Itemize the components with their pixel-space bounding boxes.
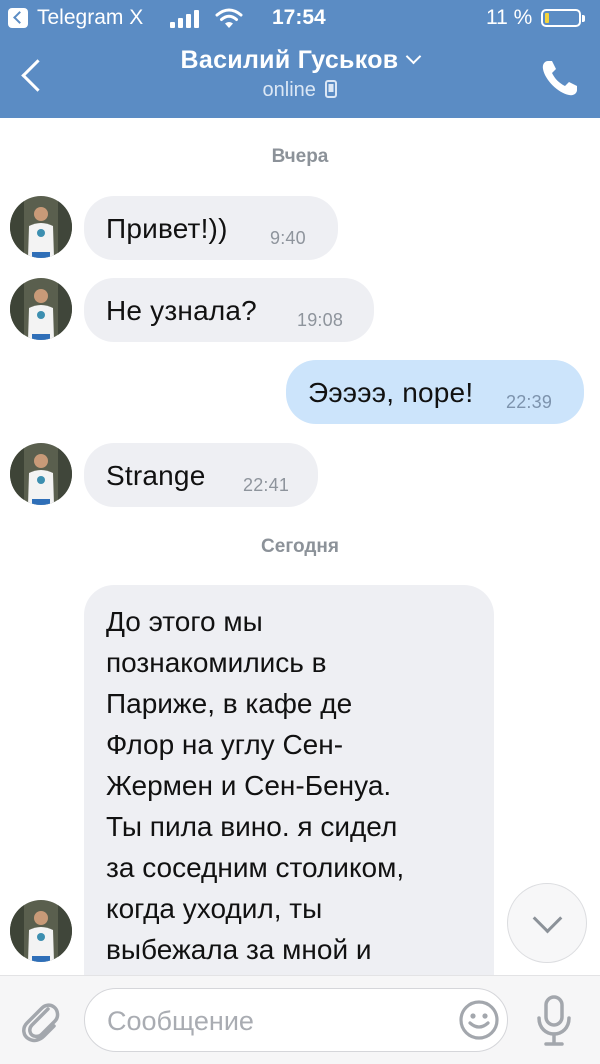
message-bubble[interactable]: Strange 22:41 xyxy=(84,443,318,507)
message-text: Strange xyxy=(106,460,206,491)
message-bubble-long[interactable]: До этого мы познакомились в Париже, в ка… xyxy=(84,585,494,1005)
message-line: за соседним столиком, xyxy=(106,852,405,883)
message-time: 19:08 xyxy=(297,310,344,330)
message-text: До этого мы познакомились в Париже, в ка… xyxy=(106,601,486,970)
message-line: выбежала за мной и xyxy=(106,934,372,965)
message-input-bar xyxy=(0,975,600,1064)
chevron-left-icon xyxy=(21,59,54,92)
date-separator: Сегодня xyxy=(261,536,339,557)
message-field[interactable] xyxy=(84,988,508,1052)
message-time: 22:39 xyxy=(506,392,553,412)
message-line: Париже, в кафе де xyxy=(106,688,353,719)
contact-status: online xyxy=(262,79,316,101)
chat-title-area[interactable]: Василий Гуськов online xyxy=(130,46,470,102)
wifi-icon xyxy=(215,8,243,28)
mobile-device-icon xyxy=(325,80,338,98)
message-line: познакомились в xyxy=(106,647,327,678)
avatar[interactable] xyxy=(10,196,72,258)
chevron-down-icon xyxy=(532,903,563,934)
message-line: Флор на углу Сен- xyxy=(106,729,344,760)
smiley-icon[interactable] xyxy=(457,998,501,1042)
phone-icon[interactable] xyxy=(538,56,582,100)
message-time: 9:40 xyxy=(270,228,306,248)
signal-icon xyxy=(170,10,204,28)
message-input[interactable] xyxy=(105,1001,449,1041)
paperclip-icon[interactable] xyxy=(18,995,62,1045)
status-time: 17:54 xyxy=(272,6,326,29)
message-text: Не узнала? xyxy=(106,295,257,326)
battery-icon xyxy=(541,9,585,27)
chevron-down-icon xyxy=(406,48,422,65)
back-to-app-icon[interactable] xyxy=(8,8,28,28)
scroll-to-bottom-button[interactable] xyxy=(507,883,587,963)
chat-header: Telegram X 17:54 11 % Василий Гуськов on… xyxy=(0,0,600,118)
message-bubble-outgoing[interactable]: Эээээ, nope! 22:39 xyxy=(286,360,584,424)
avatar[interactable] xyxy=(10,900,72,962)
message-line: До этого мы xyxy=(106,606,263,637)
status-bar: Telegram X 17:54 11 % xyxy=(0,0,600,38)
message-text: Привет!)) xyxy=(106,213,228,244)
avatar[interactable] xyxy=(10,443,72,505)
message-bubble[interactable]: Привет!)) 9:40 xyxy=(84,196,338,260)
battery-percent: 11 % xyxy=(486,6,533,29)
contact-name: Василий Гуськов xyxy=(180,46,399,74)
date-separator: Вчера xyxy=(271,146,329,167)
back-button[interactable] xyxy=(12,54,54,100)
avatar[interactable] xyxy=(10,278,72,340)
status-app-name: Telegram X xyxy=(37,6,144,29)
message-line: Жермен и Сен-Бенуа. xyxy=(106,770,392,801)
message-line: Ты пила вино. я сидел xyxy=(106,811,398,842)
message-time: 22:41 xyxy=(243,475,290,495)
message-bubble[interactable]: Не узнала? 19:08 xyxy=(84,278,374,342)
message-line: когда уходил, ты xyxy=(106,893,323,924)
message-text: Эээээ, nope! xyxy=(308,377,474,408)
microphone-icon[interactable] xyxy=(534,994,574,1048)
